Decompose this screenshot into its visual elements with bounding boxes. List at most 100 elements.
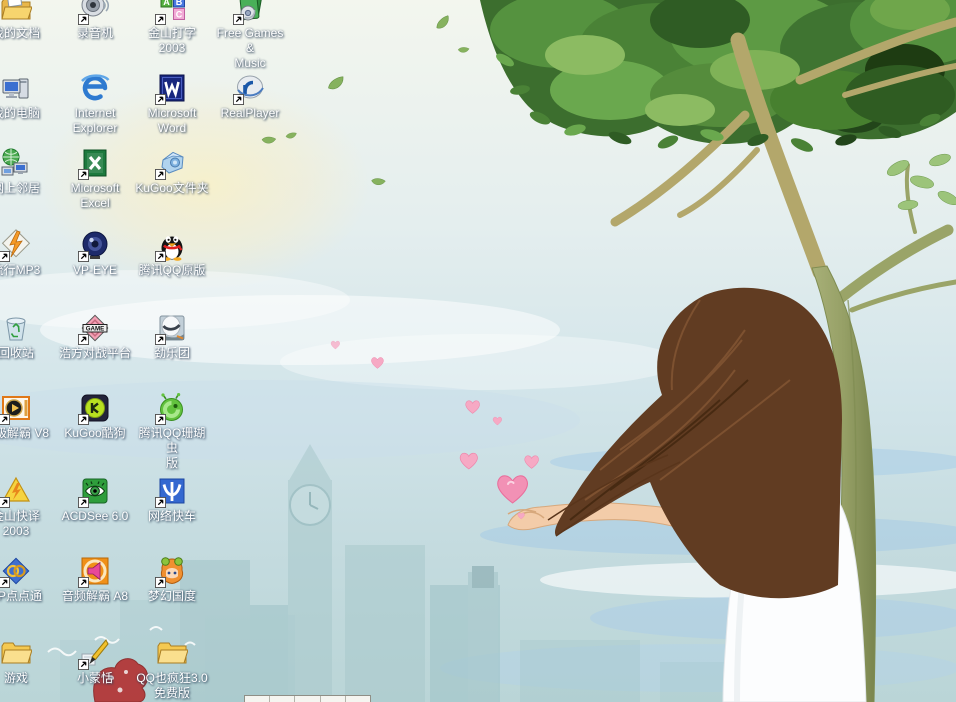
shortcut-arrow-icon	[0, 577, 10, 588]
shortcut-arrow-icon	[78, 497, 89, 508]
kugoo-box-icon	[156, 147, 188, 179]
shortcut-arrow-icon	[155, 577, 166, 588]
desktop-icon-audio-jieba-a8[interactable]: 音频解霸 A8	[57, 555, 133, 604]
shortcut-arrow-icon	[78, 659, 89, 670]
desktop-icon-internet-explorer[interactable]: Internet Explorer	[57, 72, 133, 136]
desktop-icon-label: 录音机	[77, 26, 113, 41]
shortcut-arrow-icon	[0, 497, 10, 508]
desktop-icon-wangluo-kuaiche[interactable]: 网络快车	[134, 475, 210, 524]
folder-icon	[0, 637, 32, 669]
desktop-icon-label: QQ也疯狂3.0 免费版	[136, 671, 207, 701]
desktop-icon-label: 金山快译 2003	[0, 509, 40, 539]
desktop-icon-label: ACDSee 6.0	[62, 509, 129, 524]
shortcut-arrow-icon	[78, 169, 89, 180]
my-computer-icon	[0, 72, 32, 104]
desktop-icon-qq-yefengkuang-30[interactable]: QQ也疯狂3.0 免费版	[134, 637, 210, 701]
shortcut-arrow-icon	[78, 334, 89, 345]
desktop-icon-pp-diandiantong[interactable]: PP点点通	[0, 555, 54, 604]
desktop-icon-kugoo-folder[interactable]: KuGoo文件夹	[134, 147, 210, 196]
desktop-icon-recycle-bin[interactable]: 回收站	[0, 312, 54, 361]
anime-girl-icon	[156, 555, 188, 587]
shortcut-arrow-icon	[0, 251, 10, 262]
desktop[interactable]: 我的文档我的电脑网上邻居流行MP3 回收站超级解霸 V8 金山快译 2003 PP点点…	[0, 0, 956, 702]
desktop-icon-label: 梦幻国度	[148, 589, 196, 604]
toolbar-segment[interactable]	[270, 696, 295, 702]
desktop-icon-menghuan-guodu[interactable]: 梦幻国度	[134, 555, 210, 604]
toolbar-segment[interactable]	[295, 696, 320, 702]
desktop-icon-label: Microsoft Excel	[71, 181, 120, 211]
shortcut-arrow-icon	[155, 497, 166, 508]
acdsee-eye-icon	[79, 475, 111, 507]
desktop-icon-label: 劲乐团	[154, 346, 190, 361]
shortcut-arrow-icon	[155, 94, 166, 105]
coral-worm-icon	[156, 392, 188, 424]
game-diamond-icon	[79, 312, 111, 344]
desktop-icon-network-places[interactable]: 网上邻居	[0, 147, 54, 196]
desktop-icon-my-computer[interactable]: 我的电脑	[0, 72, 54, 121]
desktop-icon-liuxing-mp3[interactable]: 流行MP3	[0, 229, 54, 278]
desktop-icon-label: RealPlayer	[221, 106, 280, 121]
desktop-icon-label: 网上邻居	[0, 181, 40, 196]
desktop-icon-vp-eye[interactable]: VP-EYE	[57, 229, 133, 278]
desktop-icon-kugoo[interactable]: KuGoo酷狗	[57, 392, 133, 441]
desktop-icon-label: 流行MP3	[0, 263, 40, 278]
flashget-icon	[156, 475, 188, 507]
desktop-icon-label: 音频解霸 A8	[62, 589, 128, 604]
desktop-icon-label: 我的文档	[0, 26, 40, 41]
toolbar-segment[interactable]	[346, 696, 370, 702]
desktop-icon-label: 网络快车	[148, 509, 196, 524]
desktop-icon-label: Free Games & Music	[212, 26, 288, 71]
desktop-icon-label: 游戏	[4, 671, 28, 686]
internet-explorer-icon	[79, 72, 111, 104]
pp-rings-icon	[0, 555, 32, 587]
typing-blocks-icon	[156, 0, 188, 24]
desktop-icon-jinshan-dazi-2003[interactable]: 金山打字 2003	[134, 0, 210, 56]
shortcut-arrow-icon	[78, 414, 89, 425]
shortcut-arrow-icon	[155, 251, 166, 262]
desktop-icon-label: KuGoo文件夹	[135, 181, 208, 196]
kugoo-k-icon	[79, 392, 111, 424]
toolbar-segment[interactable]	[245, 696, 270, 702]
shortcut-arrow-icon	[155, 169, 166, 180]
shortcut-arrow-icon	[78, 577, 89, 588]
network-places-icon	[0, 147, 32, 179]
desktop-icon-games-folder[interactable]: 游戏	[0, 637, 54, 686]
taskbar-window-edge[interactable]	[244, 695, 371, 702]
desktop-icon-jinyuetuan[interactable]: 劲乐团	[134, 312, 210, 361]
desktop-icon-acdsee-60[interactable]: ACDSee 6.0	[57, 475, 133, 524]
mp3-player-icon	[0, 229, 32, 261]
desktop-icon-label: VP-EYE	[73, 263, 117, 278]
folder-icon	[156, 637, 188, 669]
desktop-icon-my-documents[interactable]: 我的文档	[0, 0, 54, 41]
desktop-icon-jinshan-kuaiyi-2003[interactable]: 金山快译 2003	[0, 475, 54, 539]
desktop-icon-microsoft-excel[interactable]: Microsoft Excel	[57, 147, 133, 211]
desktop-icon-label: Internet Explorer	[73, 106, 118, 136]
shortcut-arrow-icon	[78, 251, 89, 262]
realplayer-icon	[234, 72, 266, 104]
desktop-icon-realplayer[interactable]: RealPlayer	[212, 72, 288, 121]
desktop-icon-free-games-music[interactable]: Free Games & Music	[212, 0, 288, 71]
desktop-icon-xiao-mengtian[interactable]: 小蒙恬	[57, 637, 133, 686]
desktop-icon-sound-recorder[interactable]: 录音机	[57, 0, 133, 41]
desktop-icon-chaoji-jieba-v8[interactable]: 超级解霸 V8	[0, 392, 54, 441]
desktop-icon-microsoft-word[interactable]: Microsoft Word	[134, 72, 210, 136]
desktop-icon-tencent-qq-coral[interactable]: 腾讯QQ珊瑚虫 版	[134, 392, 210, 471]
speaker-icon	[79, 0, 111, 24]
shortcut-arrow-icon	[78, 14, 89, 25]
media-player-icon	[0, 392, 32, 424]
desktop-icon-label: 金山打字 2003	[148, 26, 196, 56]
my-documents-icon	[0, 0, 32, 24]
desktop-icon-label: 小蒙恬	[77, 671, 113, 686]
shortcut-arrow-icon	[233, 94, 244, 105]
desktop-icon-label: 回收站	[0, 346, 34, 361]
desktop-icon-label: 超级解霸 V8	[0, 426, 49, 441]
recycle-bin-icon	[0, 312, 32, 344]
toolbar-segment[interactable]	[321, 696, 346, 702]
shortcut-arrow-icon	[155, 414, 166, 425]
desktop-icon-tencent-qq-yuanban[interactable]: 腾讯QQ原版	[134, 229, 210, 278]
desktop-icon-haofang-platform[interactable]: 浩方对战平台	[57, 312, 133, 361]
shortcut-arrow-icon	[233, 14, 244, 25]
desktop-icon-label: KuGoo酷狗	[64, 426, 125, 441]
desktop-icon-label: 我的电脑	[0, 106, 40, 121]
excel-icon	[79, 147, 111, 179]
